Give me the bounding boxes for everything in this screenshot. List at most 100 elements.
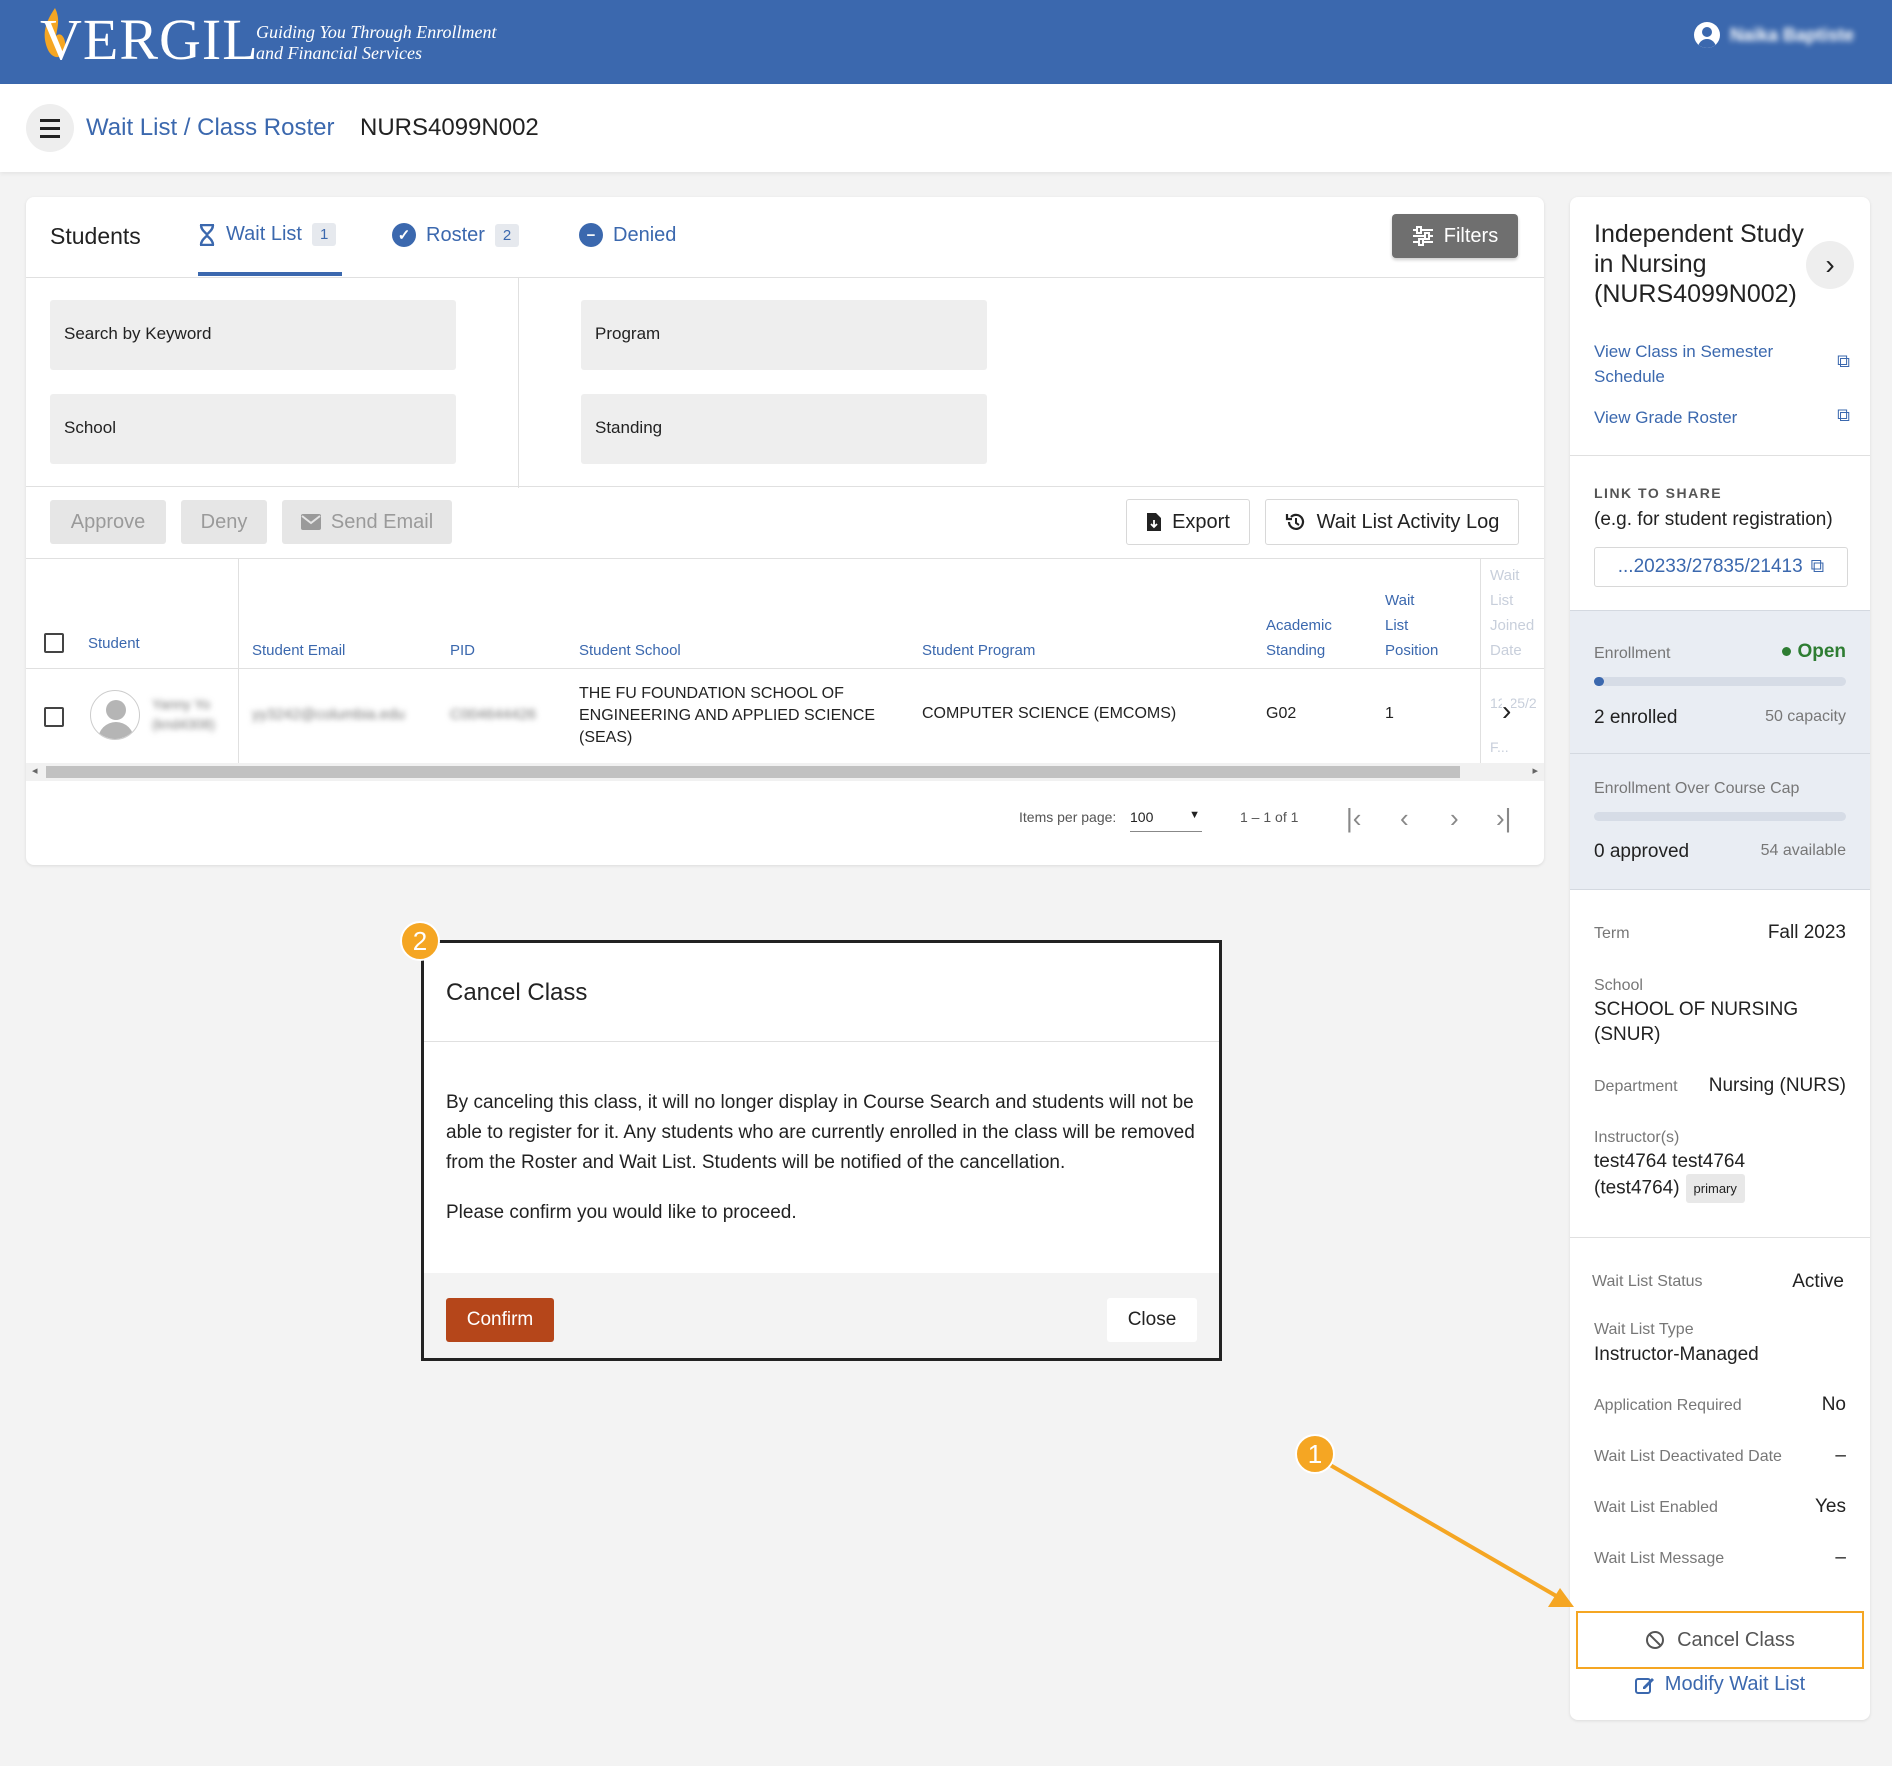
wl-type-value: Instructor-Managed <box>1594 1344 1759 1365</box>
page-title: NURS4099N002 <box>360 114 539 141</box>
view-grade-roster-link[interactable]: View Grade Roster <box>1594 405 1804 430</box>
history-icon <box>1285 513 1304 530</box>
edit-icon <box>1634 1677 1654 1694</box>
status-dot-icon <box>1782 647 1792 657</box>
scrollbar-thumb[interactable] <box>46 766 1460 778</box>
school-select[interactable]: School <box>50 394 456 464</box>
student-program: COMPUTER SCIENCE (EMCOMS) <box>922 705 1177 722</box>
first-page-icon[interactable]: |‹ <box>1346 803 1361 834</box>
user-name: Naika Baptiste <box>1729 24 1854 45</box>
app-required-label: Application Required <box>1594 1397 1742 1414</box>
academic-standing: G02 <box>1266 705 1297 722</box>
enrollment-progress-bar <box>1594 677 1846 686</box>
hourglass-icon <box>199 223 215 246</box>
tab-denied[interactable]: − Denied <box>579 223 676 247</box>
export-button[interactable]: Export <box>1126 499 1250 545</box>
col-student[interactable]: Student <box>88 631 140 656</box>
col-position[interactable]: Wait List Position <box>1385 588 1438 663</box>
check-circle-icon: ✓ <box>392 223 416 247</box>
tab-roster[interactable]: ✓ Roster 2 <box>392 223 520 247</box>
capacity: 50 capacity <box>1765 708 1846 725</box>
approve-button[interactable]: Approve <box>50 500 166 544</box>
user-menu[interactable]: Naika Baptiste <box>1693 22 1854 48</box>
sliders-icon <box>1412 226 1433 246</box>
school-value: SCHOOL OF NURSING (SNUR) <box>1594 999 1799 1045</box>
keyword-search-input[interactable]: Search by Keyword <box>50 300 456 370</box>
joined-date: 12/25/2 F... <box>1490 695 1537 755</box>
dialog-footer: Confirm Close <box>424 1273 1219 1358</box>
primary-badge: primary <box>1685 1174 1745 1203</box>
col-pid[interactable]: PID <box>450 638 475 663</box>
action-bar: Approve Deny Send Email Export Wait List… <box>26 487 1544 559</box>
col-school[interactable]: Student School <box>579 638 681 663</box>
items-per-page-select[interactable]: 100 ▼ <box>1130 809 1202 832</box>
over-cap-label: Enrollment Over Course Cap <box>1594 780 1800 797</box>
col-standing[interactable]: Academic Standing <box>1266 613 1332 663</box>
share-link-field[interactable]: ...20233/27835/21413 ⧉ <box>1594 547 1848 587</box>
file-export-icon <box>1147 513 1162 531</box>
row-checkbox[interactable] <box>44 707 64 727</box>
copy-icon[interactable]: ⧉ <box>1811 556 1825 578</box>
chevron-right-icon[interactable]: › <box>1806 241 1854 289</box>
row-expand-chevron-icon[interactable]: › <box>1502 695 1512 727</box>
cancel-class-dialog: Cancel Class By canceling this class, it… <box>421 940 1222 1361</box>
filter-panel: Search by Keyword School Program Standin… <box>26 277 1544 488</box>
wl-enabled-value: Yes <box>1815 1496 1846 1517</box>
deactivated-date-label: Wait List Deactivated Date <box>1594 1448 1782 1465</box>
col-program[interactable]: Student Program <box>922 638 1035 663</box>
over-cap-progress-bar <box>1594 812 1846 821</box>
pagination-range: 1 – 1 of 1 <box>1240 809 1299 825</box>
col-email[interactable]: Student Email <box>252 638 345 663</box>
enrollment-label: Enrollment <box>1594 645 1671 662</box>
dialog-title: Cancel Class <box>446 979 588 1006</box>
external-link-icon[interactable]: ⧉ <box>1837 405 1850 426</box>
instructor-value: test4764 test4764 (test4764) primary <box>1594 1149 1794 1203</box>
students-card: Students Wait List 1 ✓ Roster 2 − Denied… <box>26 197 1544 865</box>
program-select[interactable]: Program <box>581 300 987 370</box>
close-button[interactable]: Close <box>1107 1298 1197 1342</box>
department-value: Nursing (NURS) <box>1708 1075 1846 1096</box>
active-tab-indicator <box>198 272 342 276</box>
tagline: Guiding You Through Enrollment and Finan… <box>256 22 497 63</box>
external-link-icon[interactable]: ⧉ <box>1837 351 1850 372</box>
app-required-value: No <box>1821 1394 1846 1415</box>
table-header: Student Student Email PID Student School… <box>26 559 1544 669</box>
breadcrumb-link[interactable]: Wait List / Class Roster <box>86 114 335 142</box>
filters-button[interactable]: Filters <box>1392 214 1518 258</box>
wl-status-value: Active <box>1792 1271 1844 1292</box>
wl-status-label: Wait List Status <box>1592 1273 1703 1290</box>
deactivated-date-value: – <box>1835 1445 1846 1466</box>
wait-list-activity-log-button[interactable]: Wait List Activity Log <box>1265 499 1519 545</box>
course-sidebar: Independent Study in Nursing (NURS4099N0… <box>1570 197 1870 1720</box>
approved-count: 0 approved <box>1594 841 1690 862</box>
vergil-logo[interactable]: VERGIL <box>40 6 259 73</box>
department-label: Department <box>1594 1078 1678 1095</box>
student-pid: C004644426 <box>450 706 536 723</box>
step-1-marker: 1 <box>1295 1434 1335 1474</box>
top-bar: VERGIL Guiding You Through Enrollment an… <box>0 0 1892 84</box>
student-email: yy3242@columbia.edu <box>252 706 405 723</box>
roster-count: 2 <box>494 223 520 247</box>
enrollment-status: Open <box>1782 641 1846 663</box>
view-schedule-link[interactable]: View Class in Semester Schedule <box>1594 339 1804 389</box>
horizontal-scrollbar[interactable]: ◂ ▸ <box>26 763 1544 781</box>
wl-type-label: Wait List Type <box>1594 1321 1694 1338</box>
cancel-class-button[interactable]: Cancel Class <box>1576 1611 1864 1669</box>
modify-wait-list-link[interactable]: Modify Wait List <box>1570 1673 1870 1696</box>
col-joined-date[interactable]: Wait List Joined Date <box>1490 563 1534 663</box>
school-label: School <box>1594 977 1643 994</box>
tab-wait-list[interactable]: Wait List 1 <box>198 223 337 246</box>
standing-select[interactable]: Standing <box>581 394 987 464</box>
hamburger-menu-icon[interactable] <box>26 104 74 152</box>
last-page-icon[interactable]: ›| <box>1496 803 1511 834</box>
previous-page-icon[interactable]: ‹ <box>1400 803 1409 834</box>
confirm-button[interactable]: Confirm <box>446 1298 554 1342</box>
next-page-icon[interactable]: › <box>1450 803 1459 834</box>
link-to-share-hint: (e.g. for student registration) <box>1594 509 1833 530</box>
deny-button[interactable]: Deny <box>181 500 267 544</box>
link-to-share-label: LINK TO SHARE <box>1594 485 1723 501</box>
send-email-button[interactable]: Send Email <box>282 500 452 544</box>
student-name[interactable]: Yanny Yo (knd4308) <box>152 694 215 734</box>
select-all-checkbox[interactable] <box>44 633 64 653</box>
over-cap-panel: Enrollment Over Course Cap 0 approved 54… <box>1570 754 1870 890</box>
